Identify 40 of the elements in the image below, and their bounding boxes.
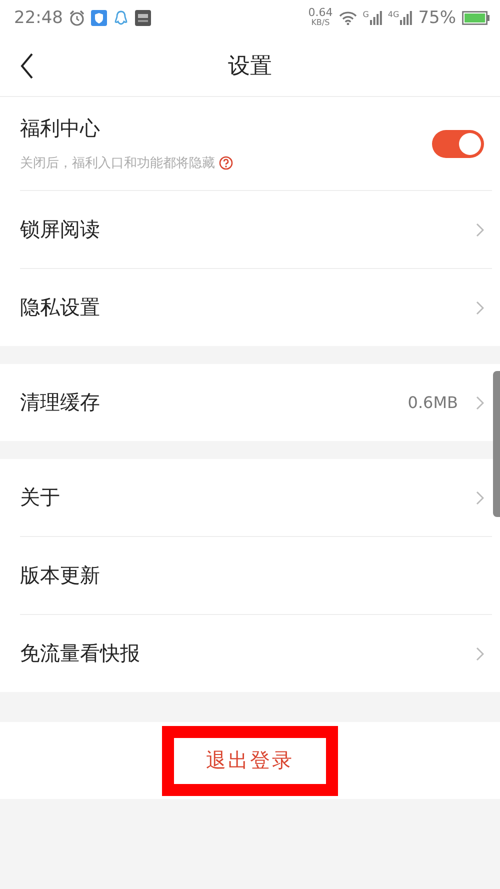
speed-unit: KB/S	[311, 18, 330, 28]
settings-row[interactable]: 免流量看快报	[20, 615, 492, 692]
network-type: G	[362, 10, 369, 19]
chevron-right-icon	[476, 396, 484, 410]
row-value: 0.6MB	[408, 393, 458, 412]
help-icon	[219, 156, 233, 170]
row-label: 版本更新	[20, 562, 101, 589]
alarm-clock-icon	[69, 10, 85, 26]
row-label: 清理缓存	[20, 389, 101, 416]
logout-button[interactable]: 退出登录	[162, 726, 338, 796]
row-label: 免流量看快报	[20, 640, 141, 667]
signal-icon	[400, 11, 412, 25]
chevron-right-icon	[476, 300, 484, 314]
chevron-right-icon	[476, 646, 484, 660]
row-label: 隐私设置	[20, 294, 101, 321]
chevron-right-icon	[476, 490, 484, 504]
settings-row[interactable]: 版本更新	[20, 537, 492, 615]
page-title: 设置	[228, 53, 272, 81]
app-icon	[135, 10, 151, 26]
settings-row[interactable]: 隐私设置	[20, 269, 492, 346]
row-hint: 关闭后，福利入口和功能都将隐藏	[20, 155, 215, 172]
row-label: 福利中心	[20, 115, 101, 142]
signal-icon	[370, 11, 382, 25]
wifi-icon	[338, 11, 357, 25]
battery-icon	[462, 11, 490, 25]
row-label: 锁屏阅读	[20, 216, 101, 243]
settings-row[interactable]: 锁屏阅读	[20, 191, 492, 269]
battery-percent: 75%	[418, 8, 456, 28]
back-icon[interactable]	[20, 53, 34, 79]
chevron-right-icon	[476, 222, 484, 236]
speed-value: 0.64	[308, 8, 333, 18]
settings-row[interactable]: 关于	[20, 459, 492, 537]
status-time: 22:48	[14, 8, 63, 28]
shield-icon	[91, 10, 107, 26]
network-type: 4G	[388, 10, 400, 19]
row-label: 关于	[20, 484, 61, 511]
settings-row[interactable]: 清理缓存 0.6MB	[20, 364, 492, 441]
penguin-icon	[113, 10, 129, 26]
settings-row[interactable]: 福利中心 关闭后，福利入口和功能都将隐藏	[20, 97, 492, 191]
toggle-switch[interactable]	[432, 130, 484, 158]
